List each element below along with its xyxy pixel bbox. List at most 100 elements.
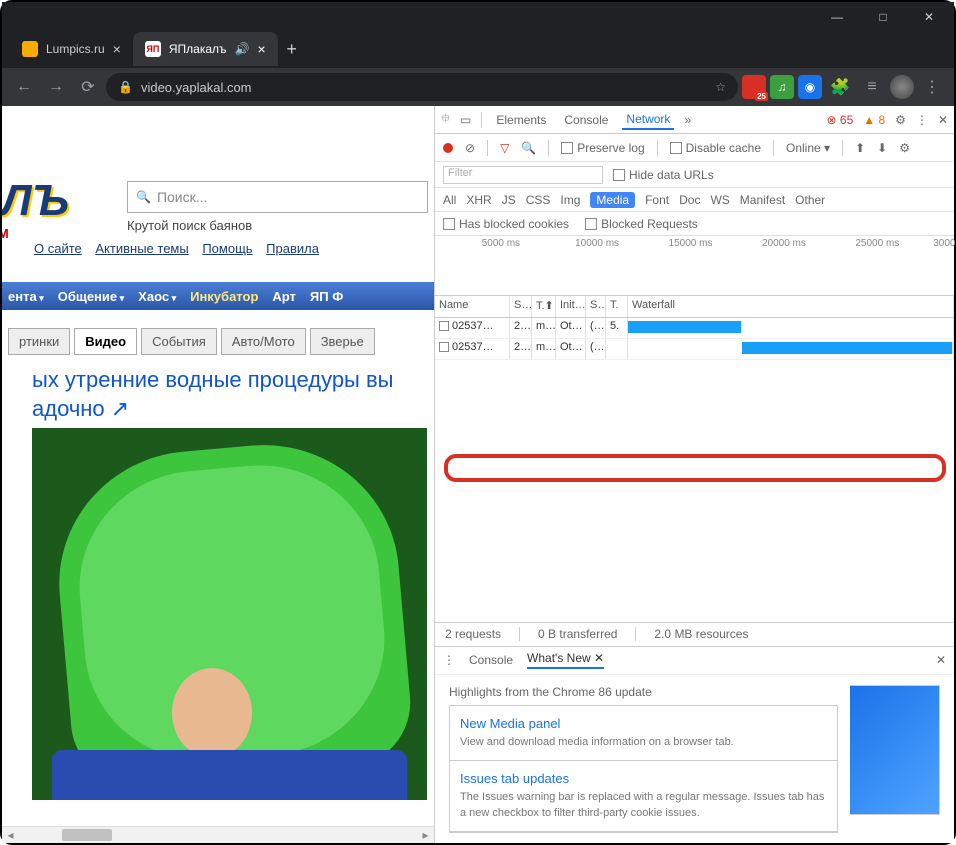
profile-avatar[interactable] [890,75,914,99]
network-request-list: 02537…2…m…Ot…(…5.02537…2…m…Ot…(… [435,318,954,622]
type-filter-xhr[interactable]: XHR [466,193,491,207]
col-name[interactable]: Name [435,296,510,317]
devtools-menu-icon[interactable]: ⋮ [916,113,928,127]
col-time[interactable]: T. [606,296,628,317]
drawer-close-icon[interactable]: ✕ [936,653,946,667]
type-filter-js[interactable]: JS [502,193,516,207]
type-filter-css[interactable]: CSS [526,193,551,207]
network-request-row[interactable]: 02537…2…m…Ot…(… [435,339,954,360]
upload-icon[interactable]: ⬆ [855,141,865,155]
devtools-tab-console[interactable]: Console [560,111,612,129]
video-player[interactable] [32,428,427,800]
card-title[interactable]: New Media panel [460,716,827,731]
type-filter-manifest[interactable]: Manifest [740,193,785,207]
filter-icon[interactable]: ▽ [500,141,509,155]
menu-item[interactable]: ента [8,289,44,304]
menu-item[interactable]: Инкубатор [190,289,258,304]
col-size[interactable]: S… [586,296,606,317]
timeline-overview[interactable]: 5000 ms10000 ms15000 ms20000 ms25000 ms3… [435,236,954,296]
horizontal-scrollbar[interactable]: ◂ ▸ [2,826,434,843]
extension-icon[interactable]: 25 [742,75,766,99]
extension-icon[interactable]: ♫ [770,75,794,99]
type-filter-media[interactable]: Media [590,192,635,208]
network-toolbar: ⊘ ▽ 🔍 Preserve log Disable cache Online … [435,134,954,162]
drawer-tab-console[interactable]: Console [469,653,513,667]
drawer-menu-icon[interactable]: ⋮ [443,653,455,667]
settings-gear-icon[interactable]: ⚙ [895,113,906,127]
card-title[interactable]: Issues tab updates [460,771,827,786]
sub-tab[interactable]: ртинки [8,328,70,355]
window-minimize-button[interactable]: — [814,2,860,32]
sub-tab[interactable]: Видео [74,328,137,355]
warning-count[interactable]: ▲ 8 [863,113,885,127]
preserve-log-checkbox[interactable]: Preserve log [561,141,644,155]
site-logo[interactable]: КАЛЪ KAL.COM [2,176,69,241]
back-button[interactable]: ← [10,73,38,101]
type-filter-img[interactable]: Img [560,193,580,207]
scroll-thumb[interactable] [62,829,112,841]
browser-tab-yaplakal[interactable]: ЯП ЯПлакалъ 🔊 × [133,32,278,66]
filter-input[interactable]: Filter [443,166,603,184]
new-tab-button[interactable]: + [278,35,306,63]
reading-list-button[interactable]: ≡ [858,73,886,101]
col-status[interactable]: S… [510,296,532,317]
menu-item[interactable]: Общение [58,289,124,304]
type-filter-all[interactable]: All [443,193,456,207]
throttling-select[interactable]: Online ▾ [786,141,830,155]
browser-tab-lumpics[interactable]: Lumpics.ru × [10,32,133,66]
type-filter-doc[interactable]: Doc [679,193,700,207]
type-filter-ws[interactable]: WS [710,193,729,207]
devtools-tab-network[interactable]: Network [622,110,674,130]
clear-icon[interactable]: ⊘ [465,141,475,155]
error-count[interactable]: ⊗ 65 [826,113,853,127]
forward-button[interactable]: → [42,73,70,101]
col-type[interactable]: T.⬆ [532,296,556,317]
site-search-input[interactable]: 🔍 Поиск... [127,181,428,213]
audio-icon[interactable]: 🔊 [235,42,250,56]
more-tabs-icon[interactable]: » [684,113,691,127]
type-filter-other[interactable]: Other [795,193,825,207]
menu-item[interactable]: Арт [272,289,296,304]
blocked-cookies-checkbox[interactable]: Has blocked cookies [443,217,569,231]
scroll-right-icon[interactable]: ▸ [417,828,434,842]
bookmark-star-icon[interactable]: ☆ [715,80,726,94]
gear-icon[interactable]: ⚙ [899,141,910,155]
device-mode-icon[interactable]: ▭ [460,113,471,127]
site-link[interactable]: Помощь [202,241,252,256]
col-initiator[interactable]: Init… [556,296,586,317]
tab-close-icon[interactable]: ✕ [594,651,604,665]
record-icon[interactable] [443,143,453,153]
tab-close-icon[interactable]: × [257,41,265,57]
post-title[interactable]: ых утренние водные процедуры вы адочно ↗ [32,366,394,423]
hide-data-urls-checkbox[interactable]: Hide data URLs [613,168,714,182]
window-maximize-button[interactable]: □ [860,2,906,32]
menu-item[interactable]: Хаос [138,289,176,304]
sub-tab[interactable]: Авто/Мото [221,328,306,355]
disable-cache-checkbox[interactable]: Disable cache [670,141,761,155]
site-link[interactable]: Правила [266,241,319,256]
tab-close-icon[interactable]: × [113,41,121,57]
site-link[interactable]: О сайте [34,241,82,256]
sub-tab[interactable]: Зверье [310,328,375,355]
site-link[interactable]: Активные темы [95,241,188,256]
devtools-tab-elements[interactable]: Elements [492,111,550,129]
sub-tab[interactable]: События [141,328,217,355]
omnibox[interactable]: 🔒 video.yaplakal.com ☆ [106,73,738,101]
blocked-requests-checkbox[interactable]: Blocked Requests [585,217,698,231]
window-close-button[interactable]: ✕ [906,2,952,32]
reload-button[interactable]: ⟳ [74,73,102,101]
search-icon[interactable]: 🔍 [521,141,536,155]
type-filter-font[interactable]: Font [645,193,669,207]
extensions-button[interactable]: 🧩 [826,73,854,101]
download-icon[interactable]: ⬇ [877,141,887,155]
site-links: О сайте Активные темы Помощь Правила [34,241,329,256]
extension-icon[interactable]: ◉ [798,75,822,99]
chrome-menu-button[interactable]: ⋮ [918,73,946,101]
col-waterfall[interactable]: Waterfall [628,296,954,317]
drawer-tab-whatsnew[interactable]: What's New ✕ [527,651,604,669]
menu-item[interactable]: ЯП Ф [310,289,343,304]
scroll-left-icon[interactable]: ◂ [2,828,19,842]
network-request-row[interactable]: 02537…2…m…Ot…(…5. [435,318,954,339]
inspect-icon[interactable]: ⯐ [441,109,450,130]
devtools-close-icon[interactable]: ✕ [938,113,948,127]
